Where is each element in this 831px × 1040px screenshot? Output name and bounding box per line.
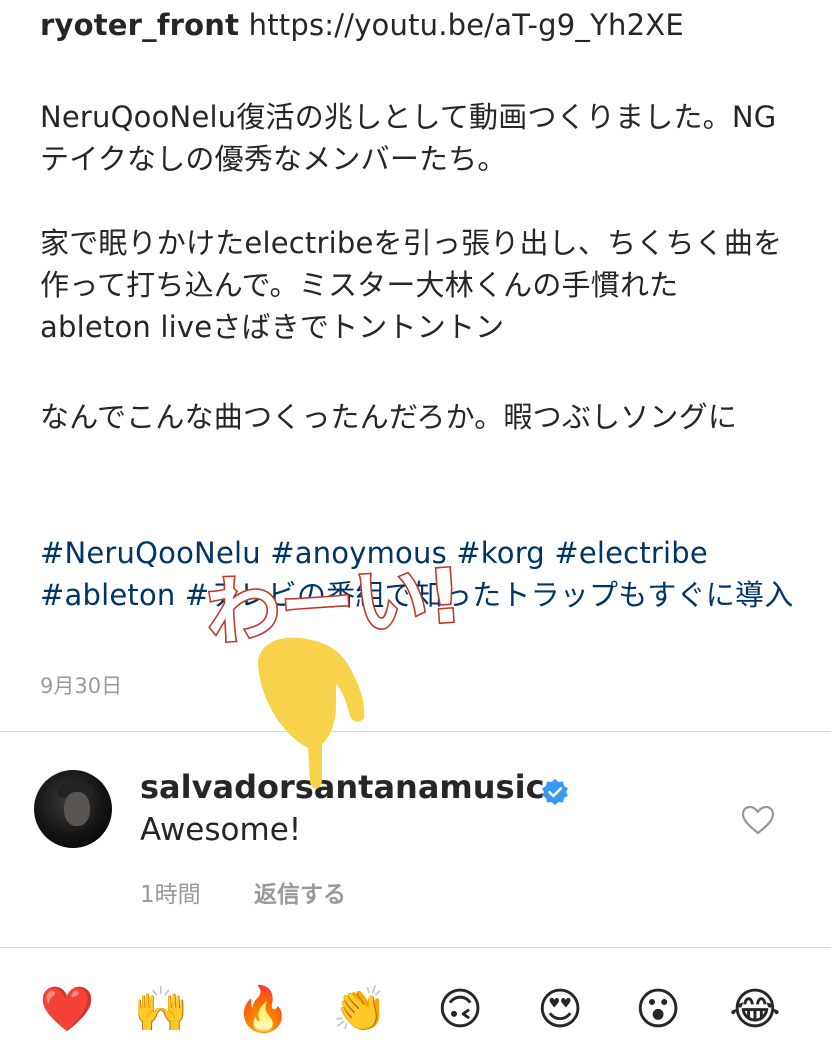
emoji-upside-down[interactable]: 🙃 — [430, 980, 490, 1040]
emoji-fire[interactable]: 🔥 — [233, 980, 293, 1040]
comment-username[interactable]: salvadorsantanamusic — [140, 768, 545, 806]
caption-paragraph-2: 家で眠りかけたelectribeを引っ張り出し、ちくちく曲を作って打ち込んで。ミ… — [40, 226, 783, 344]
post-username[interactable]: ryoter_front — [40, 8, 239, 42]
comment-text: Awesome! — [140, 812, 302, 848]
emoji-quick-reactions: ❤️ 🙌 🔥 👏 🙃 😍 😮 😂 — [0, 980, 831, 1040]
emoji-tears-of-joy[interactable]: 😂 — [725, 980, 785, 1040]
reply-button[interactable]: 返信する — [254, 875, 346, 909]
emoji-open-mouth[interactable]: 😮 — [628, 980, 688, 1040]
caption-paragraph-1: NeruQooNelu復活の兆しとして動画つくりました。NGテイクなしの優秀なメ… — [40, 100, 777, 176]
verified-badge-icon — [542, 779, 568, 805]
emoji-clapping[interactable]: 👏 — [330, 980, 390, 1040]
emoji-raising-hands[interactable]: 🙌 — [131, 980, 191, 1040]
avatar-face — [64, 792, 90, 826]
caption-paragraph-3: なんでこんな曲つくったんだろか。暇つぶしソングに — [40, 400, 738, 434]
avatar[interactable] — [34, 770, 112, 848]
heart-outline-icon[interactable] — [740, 804, 776, 836]
comment-time: 1時間 — [140, 882, 201, 908]
divider — [0, 731, 831, 732]
emoji-heart-eyes[interactable]: 😍 — [530, 980, 590, 1040]
post-date: 9月30日 — [40, 674, 123, 698]
post-link[interactable]: https://youtu.be/aT-g9_Yh2XE — [249, 8, 684, 42]
divider — [0, 947, 831, 948]
caption-hashtags[interactable]: #NeruQooNelu #anoymous #korg #electribe … — [40, 532, 800, 616]
caption-header: ryoter_front https://youtu.be/aT-g9_Yh2X… — [40, 4, 684, 46]
emoji-heart[interactable]: ❤️ — [37, 980, 97, 1040]
pointing-down-hand-icon — [258, 637, 365, 789]
